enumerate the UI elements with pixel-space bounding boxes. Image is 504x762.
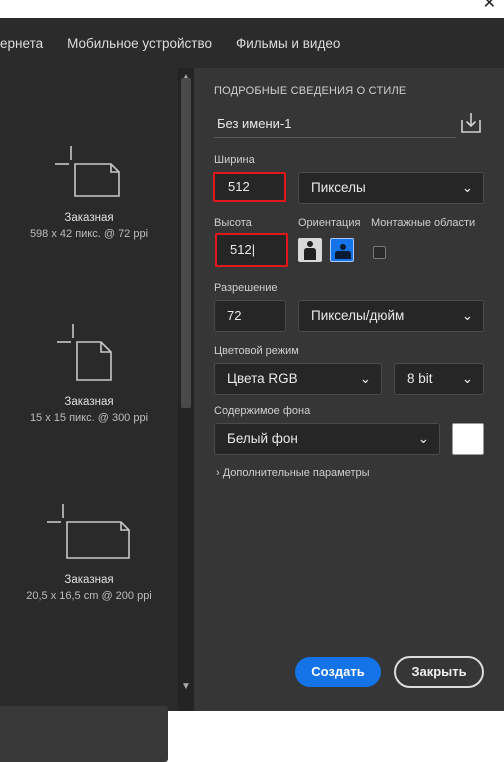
chevron-right-icon: › <box>216 467 220 479</box>
tab-mobile[interactable]: Мобильное устройство <box>67 36 212 51</box>
person-icon <box>335 244 351 259</box>
width-unit-value: Пикселы <box>311 180 366 195</box>
presets-scrollbar[interactable]: ▲ ▼ <box>178 68 194 711</box>
preset-item[interactable]: Заказная 15 x 15 пикс. @ 300 ppi <box>0 324 178 424</box>
landscape-button[interactable] <box>330 238 354 262</box>
resolution-input[interactable]: 72 <box>214 300 286 332</box>
height-label: Высота <box>214 217 252 229</box>
width-label: Ширина <box>214 154 255 166</box>
color-mode-select[interactable]: Цвета RGB ⌄ <box>214 363 382 395</box>
height-value: 512 <box>230 242 252 257</box>
preset-name: Заказная <box>64 396 114 408</box>
close-button[interactable]: Закрыть <box>394 656 484 688</box>
preset-size: 20,5 x 16,5 cm @ 200 ppi <box>26 590 152 602</box>
document-icon <box>57 324 112 381</box>
bit-depth-select[interactable]: 8 bit ⌄ <box>394 363 484 395</box>
orientation-label: Ориентация <box>298 217 361 229</box>
document-icon <box>55 146 120 197</box>
close-icon[interactable]: ✕ <box>483 0 496 12</box>
advanced-options-label: Дополнительные параметры <box>222 467 370 479</box>
bit-depth-value: 8 bit <box>407 371 433 386</box>
saved-presets-bar[interactable] <box>0 706 168 762</box>
chevron-down-icon: ⌄ <box>461 308 473 323</box>
background-select[interactable]: Белый фон ⌄ <box>214 423 440 455</box>
preset-item[interactable]: Заказная 20,5 x 16,5 cm @ 200 ppi <box>0 504 178 602</box>
title-bar: ✕ <box>0 0 504 18</box>
background-value: Белый фон <box>227 431 298 446</box>
presets-panel: Заказная 598 x 42 пикс. @ 72 ppi Заказна… <box>0 68 178 762</box>
chevron-down-icon: ⌄ <box>359 371 371 386</box>
width-input[interactable]: 512 <box>213 172 286 202</box>
scroll-thumb[interactable] <box>181 78 191 408</box>
artboards-checkbox[interactable] <box>373 246 386 259</box>
color-mode-label: Цветовой режим <box>214 345 299 357</box>
tab-film-video[interactable]: Фильмы и видео <box>236 36 340 51</box>
chevron-down-icon: ⌄ <box>417 431 429 446</box>
preset-details-panel: ПОДРОБНЫЕ СВЕДЕНИЯ О СТИЛЕ Без имени-1 Ш… <box>194 68 504 711</box>
preset-size: 598 x 42 пикс. @ 72 ppi <box>29 228 149 240</box>
section-title: ПОДРОБНЫЕ СВЕДЕНИЯ О СТИЛЕ <box>214 85 407 97</box>
portrait-button[interactable] <box>298 238 322 262</box>
preset-size: 15 x 15 пикс. @ 300 ppi <box>29 412 149 424</box>
preset-item[interactable]: Заказная 598 x 42 пикс. @ 72 ppi <box>0 146 178 240</box>
save-preset-icon[interactable] <box>458 110 484 136</box>
width-unit-select[interactable]: Пикселы ⌄ <box>298 172 484 204</box>
preset-name: Заказная <box>64 212 114 224</box>
document-name-field[interactable]: Без имени-1 <box>214 112 456 138</box>
person-icon <box>304 241 316 260</box>
tab-web[interactable]: тернета <box>0 36 43 51</box>
chevron-down-icon[interactable]: ▼ <box>180 681 192 692</box>
resolution-unit-value: Пикселы/дюйм <box>311 308 405 323</box>
background-color-swatch[interactable] <box>452 423 484 455</box>
resolution-label: Разрешение <box>214 282 278 294</box>
chevron-down-icon: ⌄ <box>461 180 473 195</box>
create-button[interactable]: Создать <box>295 657 381 687</box>
resolution-unit-select[interactable]: Пикселы/дюйм ⌄ <box>298 300 484 332</box>
preset-tabs: тернета Мобильное устройство Фильмы и ви… <box>0 18 504 68</box>
chevron-down-icon: ⌄ <box>461 371 473 386</box>
document-icon <box>47 504 130 559</box>
background-label: Содержимое фона <box>214 405 311 417</box>
preset-name: Заказная <box>64 574 114 586</box>
artboards-label: Монтажные области <box>371 217 476 229</box>
height-input[interactable]: 512| <box>215 233 288 267</box>
advanced-options-toggle[interactable]: › Дополнительные параметры <box>216 467 370 479</box>
color-mode-value: Цвета RGB <box>227 371 298 386</box>
